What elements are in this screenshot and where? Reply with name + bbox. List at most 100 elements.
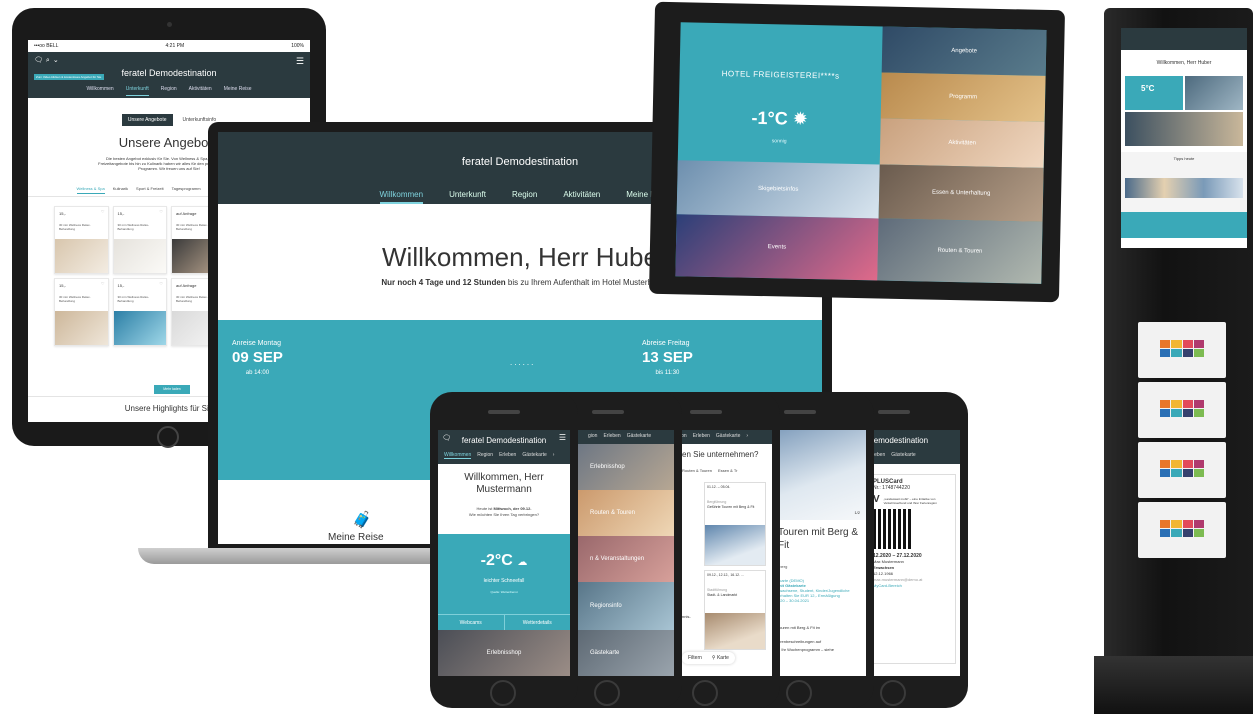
offer-image bbox=[113, 311, 166, 345]
heart-icon[interactable]: ♡ bbox=[101, 209, 105, 214]
countdown-bold: Nur noch 4 Tage und 12 Stunden bbox=[381, 278, 506, 287]
tablet-status-bar: •••oo BELL 4:21 PM 100% bbox=[28, 40, 310, 52]
nav-gaestekarte[interactable]: Gästekarte bbox=[522, 452, 546, 459]
nav-aktivitaeten[interactable]: Aktivitäten bbox=[189, 86, 212, 96]
load-more-button[interactable]: Mehr laden bbox=[154, 385, 190, 394]
home-button[interactable] bbox=[157, 426, 179, 448]
promo-banner[interactable]: Zum Video klicken & kostenloses Angebot … bbox=[34, 74, 104, 80]
category-wellness[interactable]: Wellness & Spa bbox=[76, 186, 105, 194]
kiosk-tips-images[interactable] bbox=[1125, 178, 1243, 198]
category-sport[interactable]: Sport & Freizeit bbox=[136, 186, 164, 194]
offer-image bbox=[55, 239, 108, 273]
nav-willkommen[interactable]: Willkommen bbox=[444, 452, 472, 459]
qr-code[interactable] bbox=[873, 509, 913, 549]
chevron-right-icon[interactable]: › bbox=[553, 452, 555, 459]
phone-home: 🗨 ☰ feratel Demodestination Willkommen R… bbox=[430, 392, 578, 708]
tile-aktivitaeten[interactable]: Aktivitäten bbox=[879, 118, 1045, 168]
kiosk-tile[interactable] bbox=[1125, 112, 1243, 146]
phone-header: 🗨 ☰ feratel Demodestination Willkommen R… bbox=[438, 430, 570, 464]
hamburger-menu-icon[interactable]: ☰ bbox=[296, 56, 304, 67]
tile-label: Gästekarte bbox=[590, 650, 620, 656]
kiosk-app-banner[interactable] bbox=[1121, 212, 1247, 238]
home-button[interactable] bbox=[594, 680, 620, 706]
home-button[interactable] bbox=[786, 680, 812, 706]
tab-essen[interactable]: Essen & Tr bbox=[718, 468, 738, 473]
temperature: -1°C ✹ bbox=[678, 106, 880, 131]
nav-gaestekarte[interactable]: Gästekarte bbox=[716, 433, 740, 439]
tile-events[interactable]: Events bbox=[675, 214, 879, 281]
welcome-heading: Willkommen, Herr Mustermann bbox=[438, 472, 570, 496]
tab-unsere-angebote[interactable]: Unsere Angebote bbox=[121, 114, 173, 126]
category-tagesprogramm[interactable]: Tagesprogramm bbox=[172, 186, 201, 194]
nav-region[interactable]: Region bbox=[512, 190, 537, 204]
brochure-logo bbox=[1160, 340, 1204, 357]
tab-routen[interactable]: Routen & Touren bbox=[682, 468, 712, 473]
monitor-screen: HOTEL FREIGEISTEREI****s -1°C ✹ sonnig A… bbox=[675, 22, 1047, 284]
nav-region[interactable]: Region bbox=[161, 86, 177, 96]
weather-condition: leichter Schneefall bbox=[483, 578, 525, 584]
nav-erleben[interactable]: Erleben bbox=[603, 433, 620, 439]
chevron-right-icon[interactable]: › bbox=[746, 433, 748, 439]
kiosk-header bbox=[1121, 28, 1247, 50]
chat-icon[interactable]: 🗨 bbox=[34, 57, 46, 64]
nav-gaestekarte[interactable]: Gästekarte bbox=[891, 452, 915, 458]
nav-aktivitaeten[interactable]: Aktivitäten bbox=[563, 190, 600, 204]
offer-card[interactable]: 15,- ♡ 30 min Wellness Relax-Behandlung bbox=[112, 278, 167, 346]
nav-unterkunft[interactable]: Unterkunft bbox=[449, 190, 486, 204]
tile-angebote[interactable]: Angebote bbox=[881, 26, 1047, 76]
kiosk-tile[interactable] bbox=[1185, 76, 1243, 110]
brochure[interactable] bbox=[1138, 502, 1226, 558]
speaker bbox=[488, 410, 520, 414]
filter-button[interactable]: Filtern bbox=[688, 655, 702, 661]
nav-region[interactable]: gion bbox=[588, 433, 597, 439]
offer-name: 30 min Wellness Relax-Behandlung bbox=[117, 295, 149, 303]
nav-willkommen[interactable]: Willkommen bbox=[86, 86, 113, 96]
erlebnisshop-tile[interactable]: Erlebnisshop bbox=[438, 630, 570, 676]
arrival-block: Anreise Montag 09 SEP ab 14:00 bbox=[232, 340, 283, 376]
tile-label: Aktivitäten bbox=[948, 139, 977, 147]
temperature-value: -2°C bbox=[480, 552, 513, 569]
brochure[interactable] bbox=[1138, 382, 1226, 438]
tile-programm[interactable]: Programm bbox=[880, 72, 1046, 122]
home-button[interactable] bbox=[880, 680, 906, 706]
search-icon[interactable]: ⌕ bbox=[46, 57, 53, 64]
activity-card[interactable]: 09.12., 12.12., 16.12. ... Stadtführung … bbox=[704, 570, 766, 650]
weather-details-button[interactable]: Wetterdetails bbox=[505, 615, 571, 630]
offer-card[interactable]: 15,- ♡ 30 min Wellness Relax-Behandlung bbox=[54, 278, 109, 346]
category-kulinarik[interactable]: Kulinarik bbox=[113, 186, 128, 194]
heart-icon[interactable]: ♡ bbox=[159, 281, 163, 286]
weather-buttons: Webcams Wetterdetails bbox=[438, 614, 570, 630]
chevron-down-icon[interactable]: ⌄ bbox=[53, 57, 62, 64]
home-button[interactable] bbox=[692, 680, 718, 706]
countdown-rest: bis zu Ihrem Aufenthalt im Hotel Musterh… bbox=[505, 278, 659, 287]
suitcase-icon[interactable]: 🧳 bbox=[352, 510, 372, 530]
heart-icon[interactable]: ♡ bbox=[159, 209, 163, 214]
offer-price: 15,- bbox=[59, 283, 66, 288]
offer-card[interactable]: 15,- ♡ 30 min Wellness Relax-Behandlung bbox=[112, 206, 167, 274]
nav-unterkunft[interactable]: Unterkunft bbox=[125, 86, 149, 96]
nav-willkommen[interactable]: Willkommen bbox=[379, 190, 424, 204]
arrival-time: ab 14:00 bbox=[245, 370, 270, 376]
webcams-button[interactable]: Webcams bbox=[438, 615, 505, 630]
nav-erleben[interactable]: Erleben bbox=[693, 433, 710, 439]
heart-icon[interactable]: ♡ bbox=[101, 281, 105, 286]
mycard-link[interactable]: MyCard-Bereich bbox=[873, 583, 951, 589]
kiosk-temperature: 5°C bbox=[1141, 84, 1155, 93]
tile-routen[interactable]: Routen & Touren bbox=[877, 218, 1043, 284]
speaker bbox=[784, 410, 816, 414]
nav-erleben[interactable]: Erleben bbox=[499, 452, 516, 459]
tile-skigebietsinfos[interactable]: Skigebietsinfos bbox=[676, 160, 880, 219]
nav-meine-reise[interactable]: Meine Reise bbox=[224, 86, 252, 96]
nav-region[interactable]: Region bbox=[477, 452, 493, 459]
home-button[interactable] bbox=[490, 680, 516, 706]
speaker bbox=[878, 410, 910, 414]
my-trip-label[interactable]: Meine Reise bbox=[328, 532, 384, 543]
card-date: 09.12., 12.12., 16.12. ... bbox=[707, 573, 744, 577]
brochure[interactable] bbox=[1138, 442, 1226, 498]
map-button[interactable]: ⚲ Karte bbox=[712, 655, 729, 661]
nav-gaestekarte[interactable]: Gästekarte bbox=[627, 433, 651, 439]
activity-card[interactable]: 01.12. – 05.04. Bergführung Geführte Tou… bbox=[704, 482, 766, 566]
brochure[interactable] bbox=[1138, 322, 1226, 378]
offer-card[interactable]: 15,- ♡ 30 min Wellness Relax-Behandlung bbox=[54, 206, 109, 274]
tile-essen[interactable]: Essen & Unterhaltung bbox=[878, 164, 1044, 222]
